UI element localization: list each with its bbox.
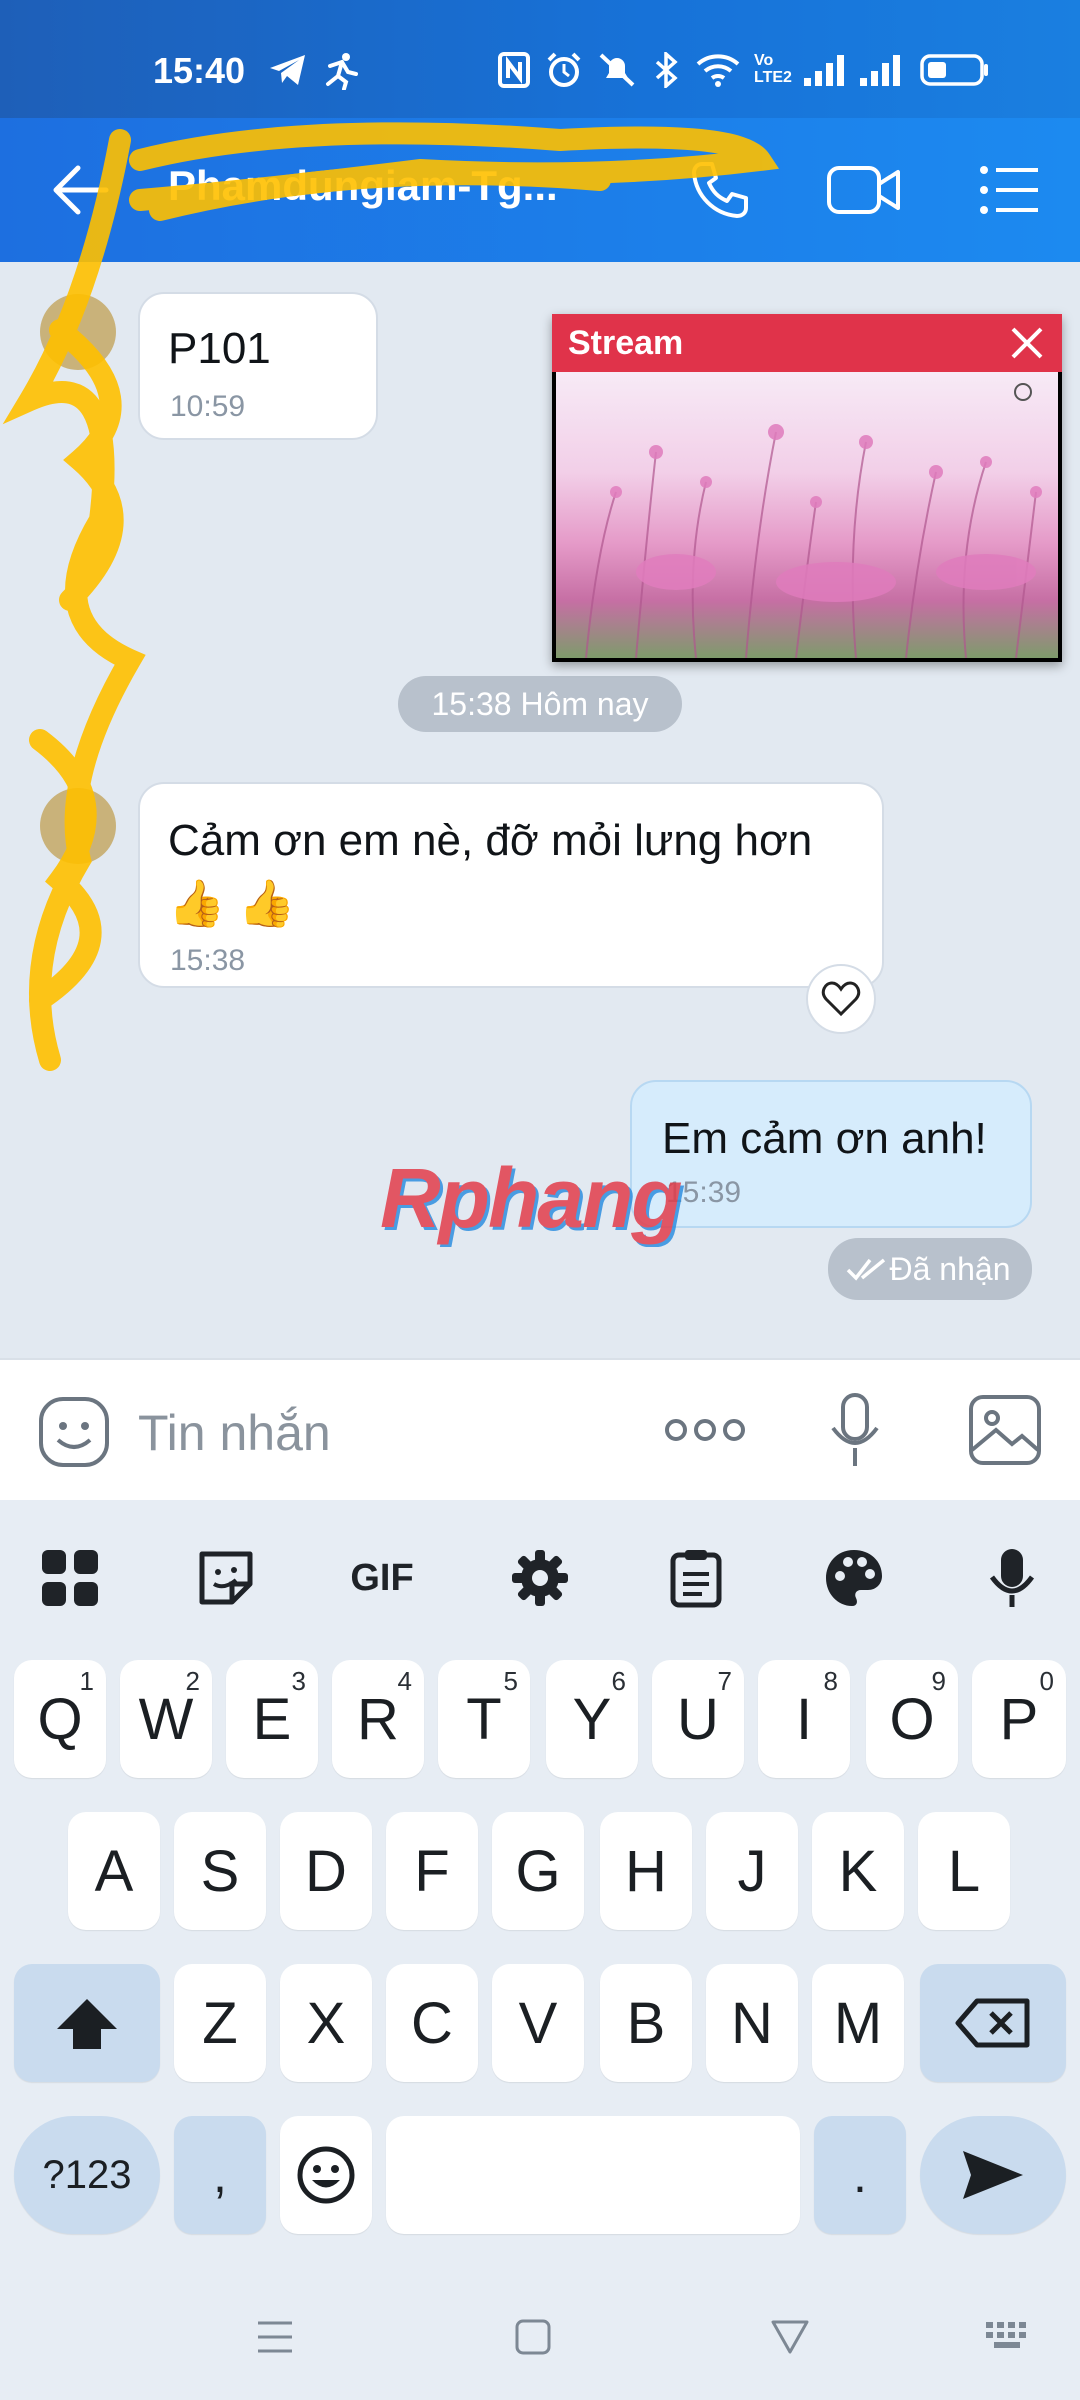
backspace-icon	[955, 1998, 1030, 2048]
settings-gear-icon[interactable]	[500, 1538, 580, 1618]
backspace-key[interactable]	[920, 1964, 1066, 2082]
heart-icon	[821, 981, 861, 1017]
avatar[interactable]	[40, 294, 116, 370]
phone-icon[interactable]	[688, 158, 752, 222]
keyboard-switch-icon[interactable]	[984, 2318, 1034, 2356]
key-u[interactable]: U7	[652, 1660, 744, 1778]
signal-icon	[860, 55, 900, 86]
keyboard: GIF Q1 W2 E3 R4 T5 Y6 U7 I8 O9 P0 A S D …	[0, 1500, 1080, 2400]
space-key[interactable]	[386, 2116, 800, 2234]
grid-apps-icon[interactable]	[30, 1538, 110, 1618]
battery-icon	[920, 54, 988, 86]
microphone-icon[interactable]	[830, 1392, 880, 1468]
status-time: 15:40	[153, 50, 246, 91]
clipboard-icon[interactable]	[656, 1538, 736, 1618]
signal-icon	[804, 55, 844, 86]
alarm-icon	[547, 52, 581, 87]
message-time: 15:38	[170, 944, 246, 977]
key-s[interactable]: S	[174, 1812, 266, 1930]
stream-titlebar[interactable]: Stream	[552, 314, 1062, 372]
key-e[interactable]: E3	[226, 1660, 318, 1778]
message-text: Em cảm ơn anh!	[662, 1114, 987, 1163]
key-y[interactable]: Y6	[546, 1660, 638, 1778]
message-bubble-outgoing[interactable]: Em cảm ơn anh! 15:39	[630, 1080, 1032, 1228]
sticker-icon[interactable]	[186, 1538, 266, 1618]
key-b[interactable]: B	[600, 1964, 692, 2082]
date-separator: 15:38 Hôm nay	[398, 676, 682, 732]
message-input[interactable]: Tin nhắn	[138, 1404, 331, 1462]
key-i[interactable]: I8	[758, 1660, 850, 1778]
recents-menu-icon[interactable]	[256, 2318, 294, 2356]
message-time: 10:59	[170, 390, 246, 423]
mute-icon	[599, 53, 635, 87]
key-q[interactable]: Q1	[14, 1660, 106, 1778]
key-m[interactable]: M	[812, 1964, 904, 2082]
running-icon	[326, 53, 358, 90]
period-key[interactable]: .	[814, 2116, 906, 2234]
stream-popup[interactable]: Stream	[552, 314, 1062, 662]
key-n[interactable]: N	[706, 1964, 798, 2082]
pink-flower-field-image	[585, 383, 1042, 658]
key-p[interactable]: P0	[972, 1660, 1066, 1778]
reaction-button[interactable]	[806, 964, 876, 1034]
emoji-thumbs-up: 👍 👍	[168, 877, 296, 929]
shift-arrow-icon	[57, 1999, 117, 2049]
message-bubble[interactable]: P101 10:59	[138, 292, 378, 440]
sticker-face-icon[interactable]	[38, 1396, 110, 1468]
double-check-icon	[846, 1258, 886, 1281]
more-dots-icon[interactable]	[664, 1416, 746, 1444]
key-c[interactable]: C	[386, 1964, 478, 2082]
chat-title[interactable]: Phamdungiam-Tg...	[168, 162, 588, 210]
home-square-icon[interactable]	[514, 2318, 552, 2356]
key-z[interactable]: Z	[174, 1964, 266, 2082]
key-l[interactable]: L	[918, 1812, 1010, 1930]
menu-list-icon[interactable]	[978, 164, 1040, 216]
emoji-smile-icon	[297, 2146, 355, 2204]
palette-icon[interactable]	[814, 1538, 894, 1618]
volte-icon: Vo LTE2	[754, 52, 792, 86]
emoji-key[interactable]	[280, 2116, 372, 2234]
delivery-status: Đã nhận	[828, 1238, 1032, 1300]
key-g[interactable]: G	[492, 1812, 584, 1930]
key-a[interactable]: A	[68, 1812, 160, 1930]
message-input-bar: Tin nhắn	[0, 1358, 1080, 1500]
send-arrow-icon	[963, 2151, 1023, 2199]
key-f[interactable]: F	[386, 1812, 478, 1930]
arrow-left-icon[interactable]	[52, 164, 110, 216]
send-key[interactable]	[920, 2116, 1066, 2234]
message-bubble[interactable]: Cảm ơn em nè, đỡ mỏi lưng hơn 👍 👍 15:38	[138, 782, 884, 988]
stream-video[interactable]	[556, 372, 1058, 658]
status-bar: 15:40 Vo LTE2	[0, 0, 1080, 118]
key-k[interactable]: K	[812, 1812, 904, 1930]
watermark-logo: Rphang	[380, 1151, 683, 1245]
comma-key[interactable]: ,	[174, 2116, 266, 2234]
key-h[interactable]: H	[600, 1812, 692, 1930]
shift-key[interactable]	[14, 1964, 160, 2082]
key-v[interactable]: V	[492, 1964, 584, 2082]
symbols-key[interactable]: ?123	[14, 2116, 160, 2234]
key-j[interactable]: J	[706, 1812, 798, 1930]
key-r[interactable]: R4	[332, 1660, 424, 1778]
key-x[interactable]: X	[280, 1964, 372, 2082]
back-triangle-icon[interactable]	[770, 2318, 810, 2356]
key-o[interactable]: O9	[866, 1660, 958, 1778]
wifi-icon	[696, 54, 740, 87]
key-w[interactable]: W2	[120, 1660, 212, 1778]
delivery-status-label: Đã nhận	[889, 1251, 1011, 1287]
key-t[interactable]: T5	[438, 1660, 530, 1778]
telegram-icon	[270, 55, 305, 85]
bluetooth-icon	[655, 52, 678, 88]
stream-title: Stream	[568, 324, 684, 362]
microphone-icon[interactable]	[972, 1538, 1052, 1618]
video-call-icon[interactable]	[826, 162, 902, 218]
nfc-icon	[498, 52, 530, 88]
avatar[interactable]	[40, 788, 116, 864]
gif-icon[interactable]: GIF	[342, 1538, 422, 1618]
image-icon[interactable]	[968, 1394, 1042, 1466]
key-d[interactable]: D	[280, 1812, 372, 1930]
close-icon[interactable]	[1010, 326, 1044, 360]
message-text: Cảm ơn em nè, đỡ mỏi lưng hơn	[168, 816, 813, 865]
message-text: P101	[168, 324, 271, 373]
chat-header: Phamdungiam-Tg...	[0, 118, 1080, 262]
